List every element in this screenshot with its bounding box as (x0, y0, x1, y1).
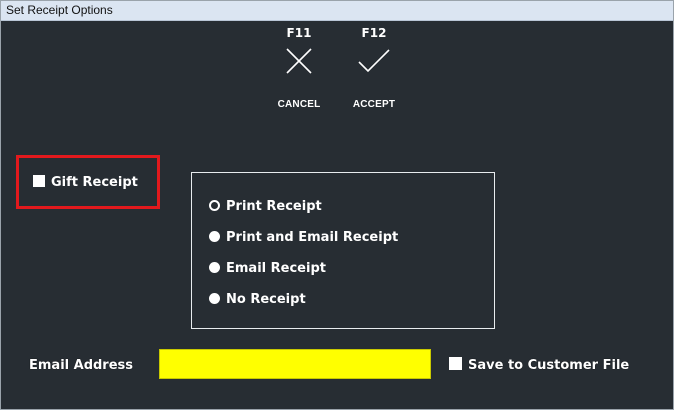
radio-label: Email Receipt (226, 261, 326, 276)
receipt-type-group: Print Receipt Print and Email Receipt Em… (191, 172, 495, 329)
accept-button[interactable]: F12 ACCEPT (344, 25, 404, 110)
accept-label: ACCEPT (352, 99, 396, 110)
cancel-button[interactable]: F11 CANCEL (269, 25, 329, 110)
close-icon (269, 41, 329, 81)
email-address-input[interactable] (159, 349, 431, 379)
cancel-shortcut-key: F11 (286, 26, 312, 40)
save-to-customer-file-checkbox[interactable]: Save to Customer File (449, 357, 629, 373)
check-icon (344, 41, 404, 81)
radio-print-and-email-receipt[interactable]: Print and Email Receipt (209, 229, 398, 247)
window-title: Set Receipt Options (1, 1, 673, 21)
accept-shortcut-key: F12 (361, 26, 387, 40)
radio-no-receipt[interactable]: No Receipt (209, 291, 306, 309)
radio-button-selected[interactable] (209, 200, 220, 211)
gift-receipt-label: Gift Receipt (51, 175, 138, 190)
radio-label: No Receipt (226, 292, 306, 307)
email-address-label: Email Address (29, 358, 134, 373)
radio-button[interactable] (209, 231, 220, 242)
receipt-options-dialog: Set Receipt Options F11 CANCEL F12 ACCEP… (0, 0, 674, 410)
gift-receipt-checkbox[interactable]: Gift Receipt (33, 175, 138, 190)
radio-label: Print and Email Receipt (226, 230, 399, 245)
cancel-label: CANCEL (277, 99, 321, 110)
radio-button[interactable] (209, 262, 220, 273)
save-to-customer-file-label: Save to Customer File (468, 358, 630, 373)
save-to-customer-file-checkbox-box[interactable] (449, 357, 462, 370)
radio-button[interactable] (209, 293, 220, 304)
radio-print-receipt[interactable]: Print Receipt (209, 198, 322, 216)
radio-email-receipt[interactable]: Email Receipt (209, 260, 326, 278)
gift-receipt-checkbox-box[interactable] (33, 175, 45, 187)
radio-label: Print Receipt (226, 199, 322, 214)
